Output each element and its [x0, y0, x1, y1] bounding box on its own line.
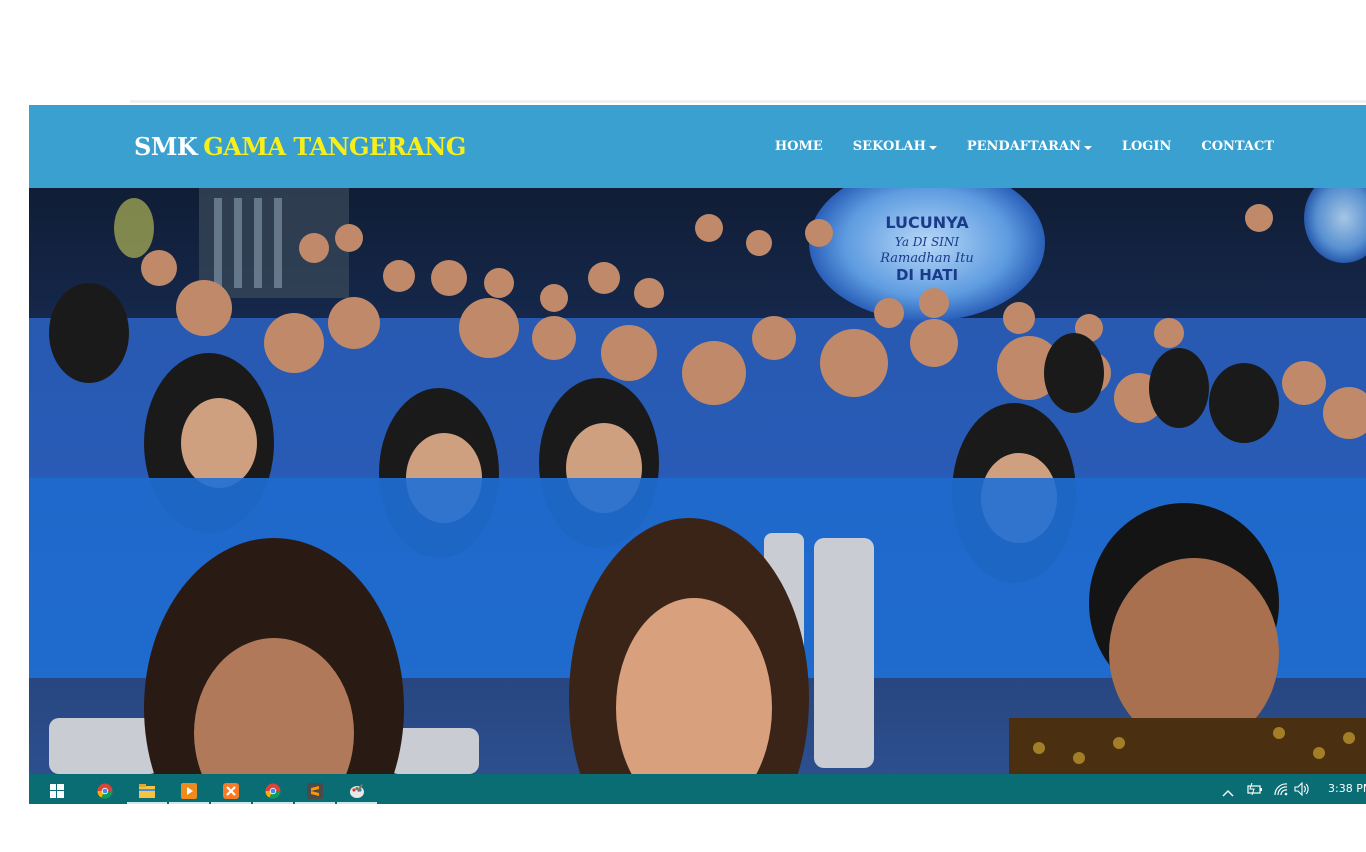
brand-part-1: SMK [134, 132, 198, 161]
nav-sekolah-label: SEKOLAH [852, 139, 926, 154]
caret-down-icon [928, 145, 937, 150]
stage-sign-line-2: Ya DI SINI [895, 235, 960, 249]
file-explorer-icon[interactable] [127, 777, 167, 804]
nav-pendaftaran-label: PENDAFTARAN [966, 139, 1081, 154]
nav-contact[interactable]: CONTACT [1201, 139, 1274, 154]
browser-viewport: SMK GAMA TANGERANG HOME SEKOLAH PENDAFTAR… [29, 105, 1366, 804]
volume-icon[interactable] [1293, 780, 1311, 798]
wifi-icon[interactable] [1272, 780, 1290, 798]
taskbar-clock[interactable]: 3:38 PM [1328, 782, 1366, 795]
nav-pendaftaran-dropdown[interactable]: PENDAFTARAN [967, 139, 1092, 154]
navbar: SMK GAMA TANGERANG HOME SEKOLAH PENDAFTAR… [29, 105, 1366, 188]
page-top-divider [130, 100, 1366, 103]
media-player-icon[interactable] [169, 777, 209, 804]
sublime-text-icon[interactable] [295, 777, 335, 804]
nav-login-label: LOGIN [1121, 139, 1172, 154]
nav-contact-label: CONTACT [1201, 139, 1274, 154]
nav-login[interactable]: LOGIN [1122, 139, 1172, 154]
chrome-icon[interactable] [85, 777, 125, 804]
caret-down-icon [1083, 145, 1092, 150]
main-nav: HOME SEKOLAH PENDAFTARAN LOGIN CONTACT [745, 139, 1274, 154]
brand-part-2: GAMA TANGERANG [203, 132, 466, 161]
xampp-icon[interactable] [211, 777, 251, 804]
nav-sekolah-dropdown[interactable]: SEKOLAH [853, 139, 937, 154]
chrome-icon[interactable] [253, 777, 293, 804]
hero-photo: LUCUNYA Ya DI SINI Ramadhan Itu DI HATI [29, 188, 1366, 774]
battery-icon[interactable] [1246, 780, 1264, 798]
windows-taskbar: 3:38 PM [29, 774, 1366, 804]
stage-sign-line-4: DI HATI [896, 266, 958, 284]
stage-sign-line-3: Ramadhan Itu [879, 251, 974, 266]
group-photo-illustration: LUCUNYA Ya DI SINI Ramadhan Itu DI HATI [29, 188, 1366, 774]
nav-home-label: HOME [774, 139, 823, 154]
windows-start-icon[interactable] [37, 777, 77, 804]
stage-sign-line-1: LUCUNYA [885, 213, 969, 232]
paint-icon[interactable] [337, 777, 377, 804]
chevron-up-icon[interactable] [1219, 784, 1237, 802]
nav-home[interactable]: HOME [775, 139, 823, 154]
brand-logo[interactable]: SMK GAMA TANGERANG [134, 132, 466, 161]
